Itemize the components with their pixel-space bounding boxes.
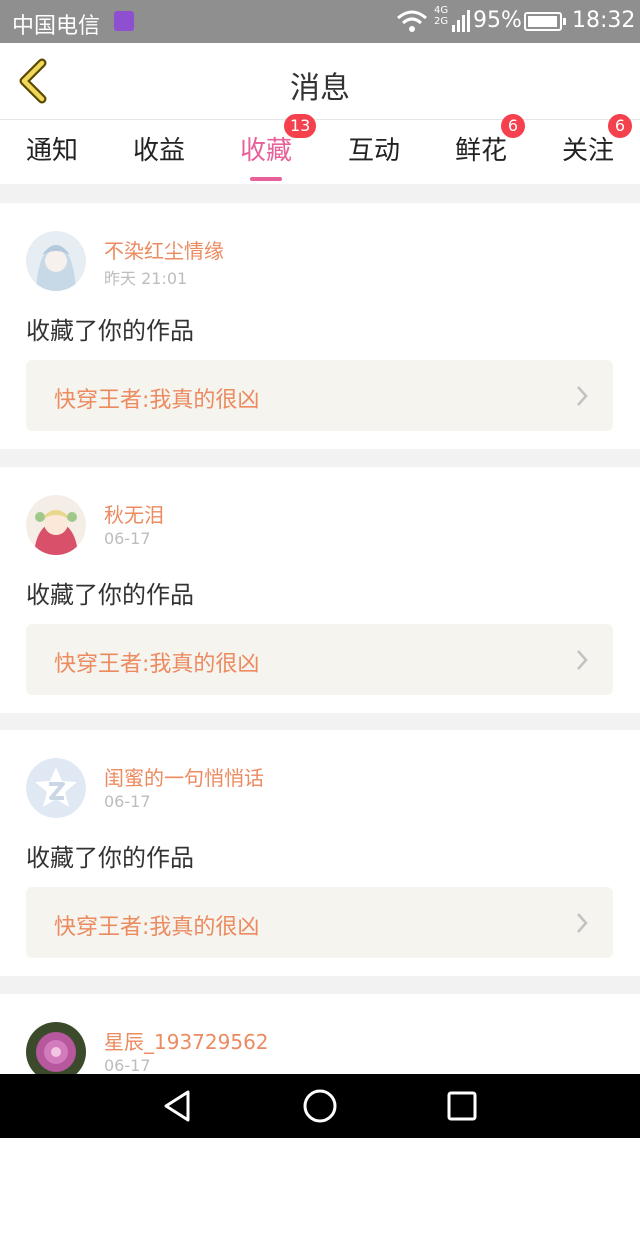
app-notification-icon [114, 11, 134, 31]
unread-badge: 13 [284, 114, 317, 138]
tab-bar: 通知 收益 收藏 13 互动 鲜花 6 关注 6 [0, 114, 640, 184]
tab-label: 关注 [562, 136, 615, 166]
work-link[interactable]: 快穿王者:我真的很凶 [26, 887, 613, 958]
avatar[interactable] [26, 231, 86, 291]
action-text: 收藏了你的作品 [26, 317, 194, 345]
system-nav-bar [0, 1074, 640, 1138]
wifi-icon [397, 10, 427, 32]
timestamp: 06-17 [104, 792, 151, 811]
work-title: 快穿王者:我真的很凶 [54, 915, 260, 940]
signal-icon [452, 10, 470, 32]
avatar[interactable] [26, 1022, 86, 1082]
battery-icon [524, 12, 566, 31]
status-bar: 中国电信 4G 2G 95% 18:32 [0, 0, 640, 43]
notification-card: 不染红尘情缘 昨天 21:01 收藏了你的作品 快穿王者:我真的很凶 [0, 203, 640, 449]
username[interactable]: 不染红尘情缘 [104, 235, 224, 264]
timestamp: 06-17 [104, 1056, 151, 1075]
tab-earnings[interactable]: 收益 [133, 130, 185, 167]
tab-label: 互动 [348, 136, 401, 166]
action-text: 收藏了你的作品 [26, 844, 194, 872]
unread-badge: 6 [501, 114, 525, 138]
carrier-label: 中国电信 [12, 14, 101, 39]
username[interactable]: 星辰_193729562 [104, 1026, 269, 1055]
back-triangle-icon[interactable] [160, 1088, 196, 1124]
work-title: 快穿王者:我真的很凶 [54, 388, 260, 413]
timestamp: 06-17 [104, 529, 151, 548]
tab-interactions[interactable]: 互动 [348, 130, 400, 167]
tab-label: 收藏 [240, 136, 293, 166]
chevron-right-icon [577, 913, 588, 933]
chevron-right-icon [577, 386, 588, 406]
chevron-right-icon [577, 650, 588, 670]
header: 消息 [0, 43, 640, 120]
battery-percent: 95% [473, 8, 522, 33]
unread-badge: 6 [608, 114, 632, 138]
work-title: 快穿王者:我真的很凶 [54, 652, 260, 677]
tab-label: 鲜花 [455, 136, 508, 166]
notification-card: 闺蜜的一句悄悄话 06-17 收藏了你的作品 快穿王者:我真的很凶 [0, 730, 640, 976]
username[interactable]: 闺蜜的一句悄悄话 [104, 762, 264, 791]
username[interactable]: 秋无泪 [104, 499, 164, 528]
work-link[interactable]: 快穿王者:我真的很凶 [26, 360, 613, 431]
recent-apps-square-icon[interactable] [446, 1088, 478, 1124]
home-circle-icon[interactable] [302, 1088, 338, 1124]
network-type: 4G 2G [434, 5, 449, 27]
page-title: 消息 [290, 71, 350, 106]
clock: 18:32 [572, 8, 636, 33]
tab-label: 收益 [133, 136, 186, 166]
active-tab-indicator [250, 177, 283, 181]
tab-follows[interactable]: 关注 6 [562, 114, 632, 167]
tab-flowers[interactable]: 鲜花 6 [455, 114, 525, 167]
action-text: 收藏了你的作品 [26, 581, 194, 609]
avatar[interactable] [26, 495, 86, 555]
tab-label: 通知 [26, 136, 79, 166]
tab-notifications[interactable]: 通知 [26, 130, 78, 167]
default-avatar-icon[interactable] [26, 758, 86, 818]
work-link[interactable]: 快穿王者:我真的很凶 [26, 624, 613, 695]
notification-card: 秋无泪 06-17 收藏了你的作品 快穿王者:我真的很凶 [0, 467, 640, 713]
tab-favorites[interactable]: 收藏 13 [240, 114, 317, 181]
timestamp: 昨天 21:01 [104, 269, 188, 288]
